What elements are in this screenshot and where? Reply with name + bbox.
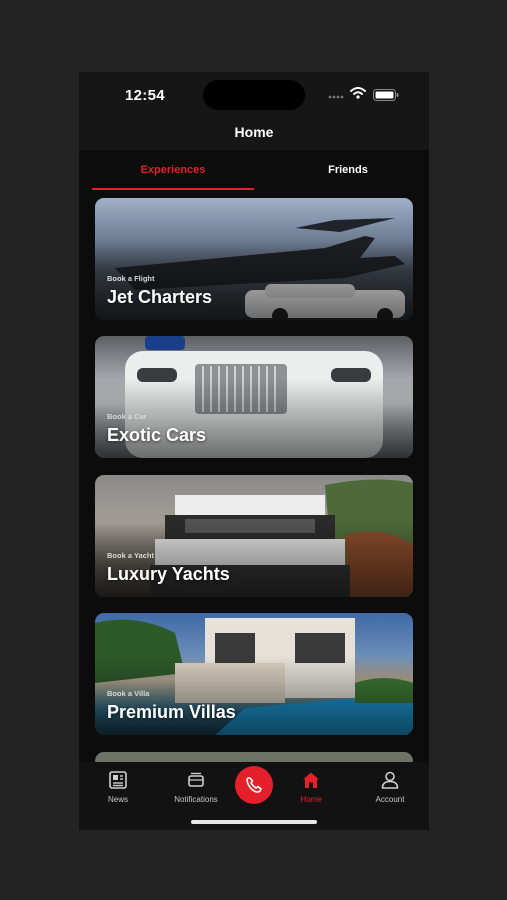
card-exotic-cars[interactable]: Book a Car Exotic Cars (95, 336, 413, 458)
card-title: Exotic Cars (107, 425, 207, 445)
call-button[interactable] (235, 766, 273, 804)
tab-experiences[interactable]: Experiences (92, 150, 254, 190)
wifi-icon (350, 87, 366, 99)
user-icon (381, 771, 399, 789)
tab-account-label: Account (375, 795, 405, 804)
tab-home-label: Home (300, 795, 322, 804)
tab-home[interactable]: Home (280, 770, 342, 808)
card-jet-charters[interactable]: Book a Flight Jet Charters (95, 198, 413, 320)
tab-news[interactable]: News (87, 770, 149, 808)
card-premium-villas[interactable]: Book a Villa Premium Villas (95, 613, 413, 735)
phone-screen: 12:54 Home Experiences Friends Book a Fl… (79, 72, 429, 830)
cellular-signal-icon (328, 95, 344, 99)
nav-header: Home (79, 120, 429, 150)
card-title: Luxury Yachts (107, 564, 230, 584)
card-title: Jet Charters (107, 287, 213, 307)
card-luxury-yachts[interactable]: Book a Yacht Luxury Yachts (95, 475, 413, 597)
card-subtitle: Book a Flight (107, 274, 155, 283)
page-title: Home (234, 124, 274, 140)
segment-tabs: Experiences Friends (79, 150, 429, 190)
tab-notifications-label: Notifications (174, 795, 218, 804)
status-bar: 12:54 (79, 72, 429, 120)
home-indicator (191, 820, 317, 824)
tab-friends[interactable]: Friends (267, 150, 429, 190)
card-title: Premium Villas (107, 702, 236, 722)
tab-news-label: News (107, 795, 128, 804)
card-subtitle: Book a Villa (107, 689, 150, 698)
dynamic-island (203, 80, 305, 110)
tab-account[interactable]: Account (359, 770, 421, 808)
battery-icon (373, 89, 399, 101)
newspaper-icon (109, 771, 127, 789)
card-subtitle: Book a Car (107, 412, 147, 421)
tab-notifications[interactable]: Notifications (165, 770, 227, 808)
tray-icon (188, 772, 204, 787)
status-time: 12:54 (125, 87, 165, 104)
phone-icon (246, 777, 262, 793)
card-subtitle: Book a Yacht (107, 551, 154, 560)
home-icon (303, 772, 319, 788)
